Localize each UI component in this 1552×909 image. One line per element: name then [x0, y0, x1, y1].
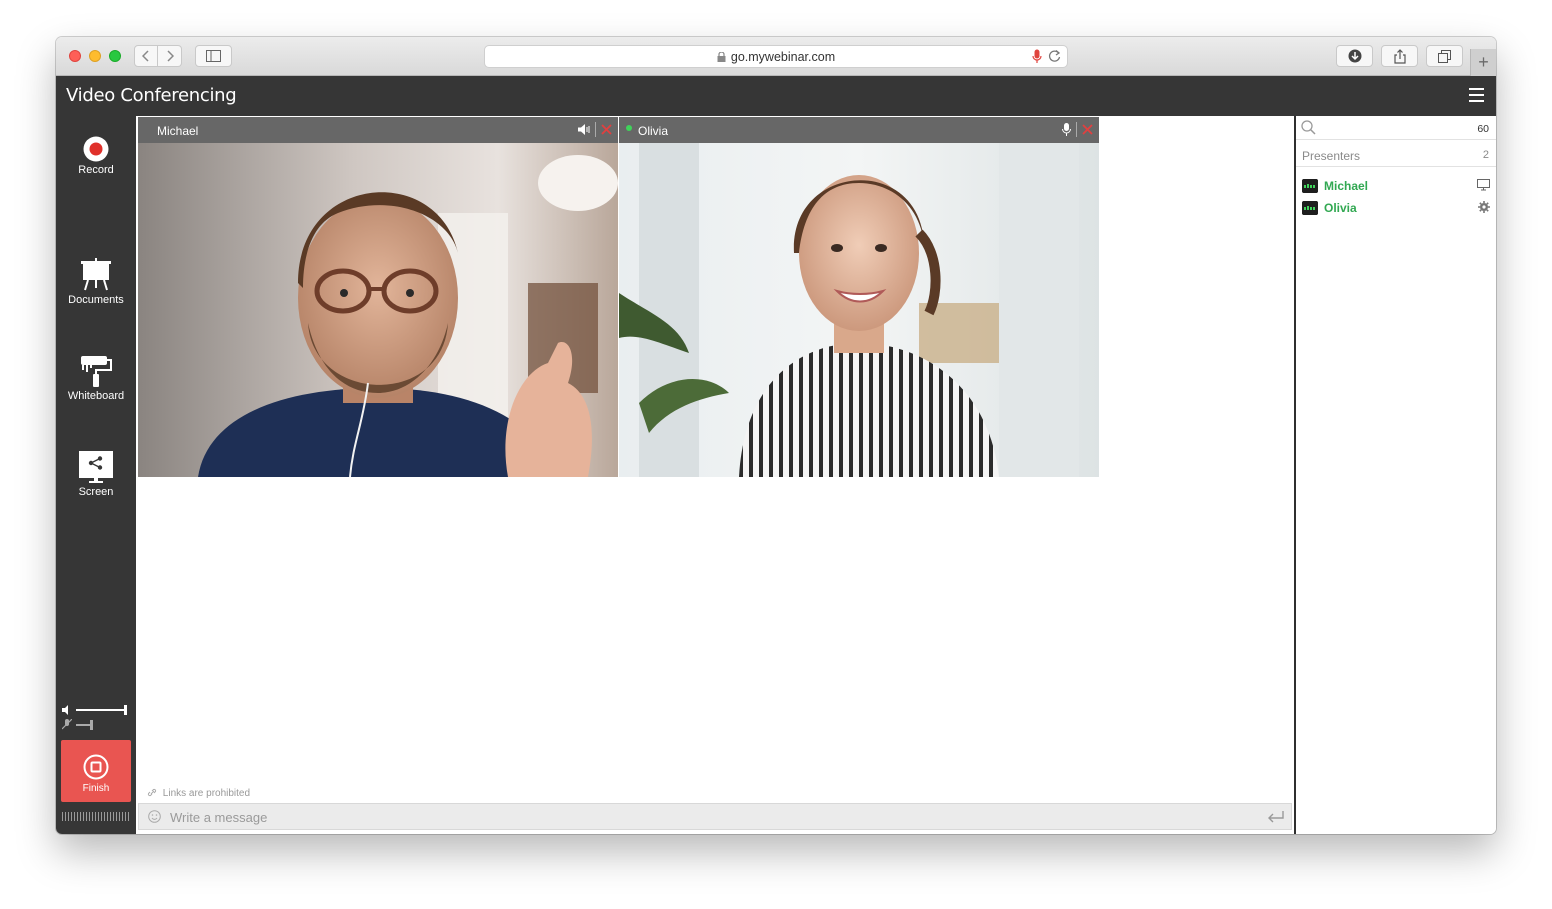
tools-sidebar: Record Documents Whiteboard Screen Finis… [56, 116, 136, 834]
browser-toolbar: go.mywebinar.com + [56, 37, 1496, 76]
speaker-volume-slider[interactable] [62, 704, 132, 716]
participants-panel: 60 Presenters 2 Michael Olivia [1294, 116, 1496, 834]
michael-video-feed [138, 143, 618, 477]
documents-button[interactable]: Documents [56, 258, 136, 306]
microphone-icon[interactable] [1062, 123, 1071, 136]
address-bar[interactable]: go.mywebinar.com [484, 45, 1068, 68]
close-icon[interactable] [1082, 124, 1093, 135]
paint-roller-icon [81, 356, 112, 387]
screen-share-icon [79, 451, 113, 483]
url-text: go.mywebinar.com [730, 49, 836, 64]
monitor-icon[interactable] [1477, 179, 1490, 191]
hamburger-menu-icon[interactable] [1469, 88, 1484, 102]
audio-level-meter [62, 812, 130, 821]
forward-button[interactable] [158, 45, 182, 67]
video-tile-olivia[interactable]: Olivia [619, 117, 1099, 477]
participant-name: Olivia [638, 124, 669, 138]
stop-icon [83, 754, 109, 780]
documents-label: Documents [68, 294, 124, 306]
new-tab-button[interactable]: + [1470, 49, 1496, 76]
chat-notice: Links are prohibited [147, 788, 250, 799]
link-icon [147, 788, 157, 797]
video-tile-header: Olivia [619, 117, 1099, 143]
back-button[interactable] [134, 45, 158, 67]
share-button[interactable] [1381, 45, 1418, 67]
chat-placeholder: Write a message [170, 810, 268, 825]
presenter-item-michael[interactable]: Michael [1302, 178, 1490, 196]
chat-message-input[interactable]: Write a message [138, 803, 1292, 830]
speaker-icon [62, 705, 68, 715]
participants-search[interactable]: 60 [1296, 116, 1496, 140]
finish-label: Finish [82, 783, 110, 794]
record-label: Record [78, 164, 114, 176]
zoom-window-button[interactable] [109, 50, 121, 62]
share-icon [1393, 48, 1406, 64]
emoji-icon[interactable] [148, 810, 161, 823]
chevron-left-icon [142, 50, 149, 62]
participant-name: Michael [157, 124, 199, 138]
app-title: Video Conferencing [66, 85, 237, 106]
presentation-board-icon [81, 258, 111, 291]
tabs-overview-button[interactable] [1426, 45, 1463, 67]
search-icon [1301, 120, 1316, 135]
enter-icon[interactable] [1267, 810, 1285, 823]
audio-level-badge-icon [1302, 179, 1318, 193]
screen-share-button[interactable]: Screen [56, 450, 136, 498]
speaking-indicator-icon [626, 125, 632, 131]
chevron-right-icon [166, 50, 174, 62]
close-icon[interactable] [601, 124, 612, 135]
whiteboard-button[interactable]: Whiteboard [56, 354, 136, 402]
presenters-count: 2 [1482, 149, 1489, 161]
app-header: Video Conferencing [56, 76, 1496, 116]
audio-level-badge-icon [1302, 201, 1318, 215]
reload-icon[interactable] [1048, 49, 1061, 63]
sidebar-toggle-button[interactable] [195, 45, 232, 67]
browser-window: go.mywebinar.com + Video Conferencing Re… [56, 37, 1496, 834]
participant-count: 60 [1477, 123, 1489, 135]
presenter-item-olivia[interactable]: Olivia [1302, 200, 1490, 218]
presenters-label: Presenters [1302, 149, 1361, 163]
video-tile-michael[interactable]: Michael [138, 117, 618, 477]
close-window-button[interactable] [69, 50, 81, 62]
conference-main-area: Michael Olivia Links are prohibited Writ… [136, 116, 1294, 834]
speaker-icon[interactable] [578, 124, 590, 135]
screen-label: Screen [78, 486, 114, 498]
downloads-button[interactable] [1336, 45, 1373, 67]
minimize-window-button[interactable] [89, 50, 101, 62]
lock-icon [717, 51, 726, 62]
sidebar-icon [206, 50, 221, 62]
microphone-icon[interactable] [1032, 49, 1042, 65]
record-button[interactable]: Record [56, 136, 136, 176]
tabs-icon [1438, 49, 1451, 63]
video-tile-header: Michael [138, 117, 618, 143]
presenters-section-header[interactable]: Presenters 2 [1296, 143, 1496, 167]
presenter-name: Olivia [1324, 201, 1357, 215]
presenter-name: Michael [1324, 179, 1369, 193]
whiteboard-label: Whiteboard [67, 390, 125, 402]
chat-notice-text: Links are prohibited [162, 788, 251, 799]
olivia-video-feed [619, 143, 1099, 477]
microphone-muted-icon [62, 719, 72, 730]
download-icon [1348, 49, 1361, 63]
record-icon [83, 136, 109, 162]
finish-button[interactable]: Finish [61, 740, 131, 802]
mic-volume-slider[interactable] [62, 719, 132, 731]
gear-icon[interactable] [1478, 201, 1490, 213]
